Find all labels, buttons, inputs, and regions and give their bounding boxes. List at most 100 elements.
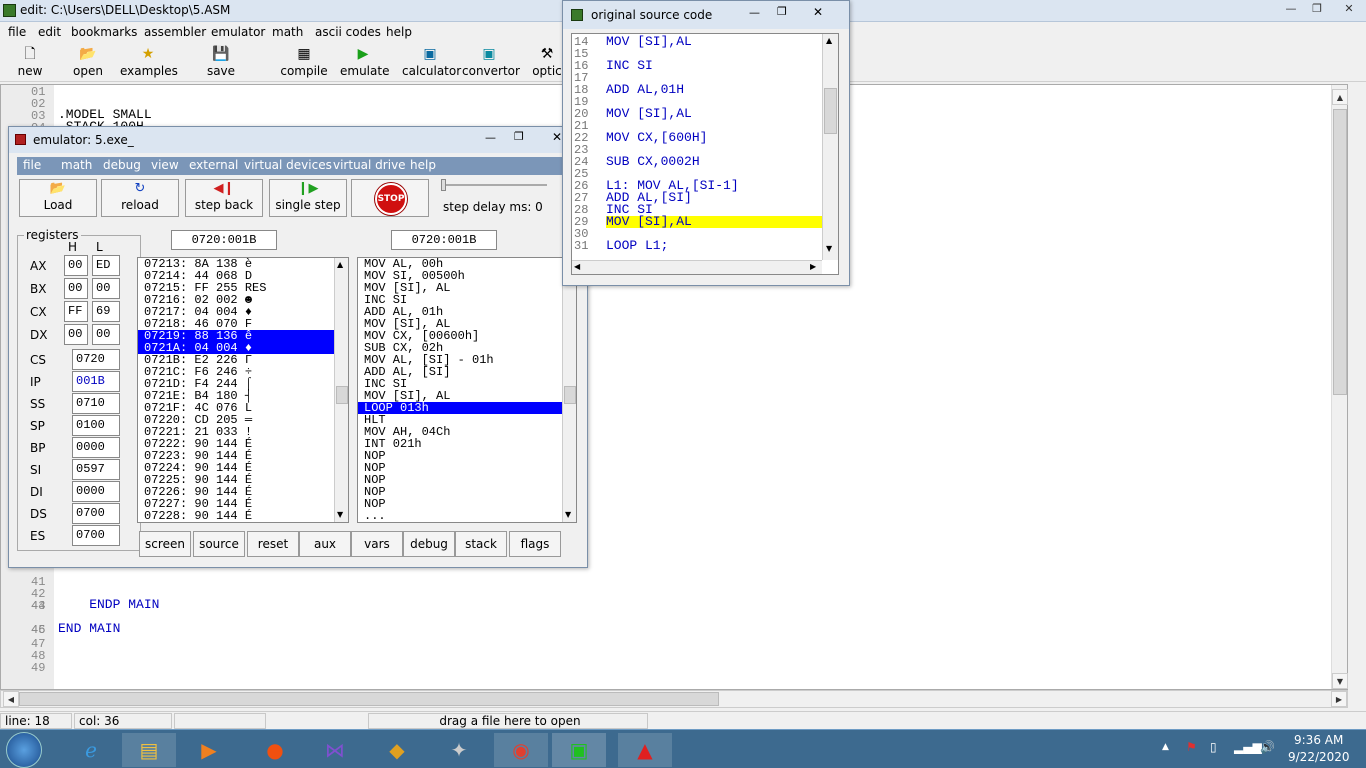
editor-vertical-scrollbar[interactable]: ▲ ▼: [1331, 85, 1348, 689]
disasm-row[interactable]: NOP: [358, 462, 562, 474]
disasm-row[interactable]: ...: [358, 510, 562, 522]
emulator-minimize-icon[interactable]: —: [485, 131, 496, 144]
emulator-maximize-icon[interactable]: ❐: [514, 130, 524, 143]
scroll-up-icon[interactable]: ▲: [1332, 89, 1348, 105]
scroll-up-icon[interactable]: ▲: [337, 260, 343, 269]
calculator-button[interactable]: ▣ calculator: [402, 44, 461, 78]
reg-dh-value[interactable]: 00: [64, 324, 88, 345]
examples-button[interactable]: ★ examples: [120, 44, 178, 78]
single-step-button[interactable]: ❙▶ single step: [269, 179, 347, 217]
open-button[interactable]: 📂 open: [70, 44, 106, 78]
disasm-row[interactable]: MOV AH, 04Ch: [358, 426, 562, 438]
minimize-icon[interactable]: —: [1278, 1, 1304, 17]
emu-menu-file[interactable]: file: [23, 158, 41, 172]
memory-row[interactable]: 07214: 44 068 D: [138, 270, 334, 282]
chrome-icon[interactable]: ◉: [494, 733, 548, 767]
hscroll-thumb[interactable]: [19, 692, 719, 706]
acrobat-reader-icon[interactable]: ▲: [618, 733, 672, 767]
clock-time[interactable]: 9:36 AM: [1294, 733, 1343, 747]
emulator-close-icon[interactable]: ✕: [552, 130, 562, 144]
memory-row[interactable]: 0721B: E2 226 Γ: [138, 354, 334, 366]
scroll-left-icon[interactable]: ◀: [3, 691, 19, 707]
source-close-icon[interactable]: ✕: [813, 5, 823, 19]
memory-row[interactable]: 07220: CD 205 ═: [138, 414, 334, 426]
scroll-right-icon[interactable]: ▶: [1331, 691, 1347, 707]
disasm-row[interactable]: INT 021h: [358, 438, 562, 450]
reg-dl-value[interactable]: 00: [92, 324, 120, 345]
memory-row[interactable]: 0721F: 4C 076 L: [138, 402, 334, 414]
device-icon[interactable]: ▯: [1210, 740, 1217, 754]
scroll-right-icon[interactable]: ▶: [810, 262, 816, 271]
memory-row[interactable]: 0721A: 04 004 ♦: [138, 342, 334, 354]
action-center-flag-icon[interactable]: ⚑: [1186, 740, 1197, 754]
source-minimize-icon[interactable]: —: [749, 6, 760, 19]
memory-address-input[interactable]: 0720:001B: [171, 230, 277, 250]
reg-di-value[interactable]: 0000: [72, 481, 120, 502]
reg-cl-value[interactable]: 69: [92, 301, 120, 322]
editor-horizontal-scrollbar[interactable]: ◀ ▶: [0, 690, 1348, 708]
emulate-button[interactable]: ▶ emulate: [340, 44, 389, 78]
reg-ah-value[interactable]: 00: [64, 255, 88, 276]
step-delay-slider-thumb[interactable]: [441, 179, 446, 191]
disasm-row[interactable]: MOV AL, [SI] - 01h: [358, 354, 562, 366]
disasm-row[interactable]: ADD AL, [SI]: [358, 366, 562, 378]
disasm-row[interactable]: INC SI: [358, 294, 562, 306]
scroll-down-icon[interactable]: ▼: [337, 510, 343, 519]
disasm-row[interactable]: MOV AL, 00h: [358, 258, 562, 270]
reg-ds-value[interactable]: 0700: [72, 503, 120, 524]
memory-row[interactable]: 07223: 90 144 É: [138, 450, 334, 462]
emulator-titlebar[interactable]: emulator: 5.exe_ — ❐ ✕: [9, 127, 587, 153]
source-button[interactable]: source: [193, 531, 245, 557]
reg-al-value[interactable]: ED: [92, 255, 120, 276]
reg-bh-value[interactable]: 00: [64, 278, 88, 299]
memory-row[interactable]: 07216: 02 002 ☻: [138, 294, 334, 306]
tray-expand-icon[interactable]: ▲: [1162, 742, 1169, 752]
clock-date[interactable]: 9/22/2020: [1288, 750, 1350, 764]
source-maximize-icon[interactable]: ❐: [777, 5, 787, 18]
app-icon-satellite[interactable]: ✦: [432, 733, 486, 767]
source-code-view[interactable]: LOOP L1; 31 30 MOV [SI],AL 29 INC SI 28 ADD AL,…: [571, 33, 839, 275]
emu-menu-math[interactable]: math: [61, 158, 92, 172]
emu-menu-virtual-drive[interactable]: virtual drive: [333, 158, 406, 172]
convertor-button[interactable]: ▣ convertor: [462, 44, 520, 78]
reg-ip-value[interactable]: 001B: [72, 371, 120, 392]
memory-row[interactable]: 0721C: F6 246 ÷: [138, 366, 334, 378]
scroll-thumb[interactable]: [1333, 109, 1347, 395]
disasm-row[interactable]: ADD AL, 01h: [358, 306, 562, 318]
screen-button[interactable]: screen: [139, 531, 191, 557]
debug-button[interactable]: debug: [403, 531, 455, 557]
emu-menu-debug[interactable]: debug: [103, 158, 141, 172]
disasm-row[interactable]: MOV [SI], AL: [358, 282, 562, 294]
menu-assembler[interactable]: assembler: [144, 25, 206, 39]
disasm-row[interactable]: INC SI: [358, 378, 562, 390]
aux-button[interactable]: aux: [299, 531, 351, 557]
step-delay-slider[interactable]: [441, 184, 547, 186]
disasm-row[interactable]: HLT: [358, 414, 562, 426]
reg-cs-value[interactable]: 0720: [72, 349, 120, 370]
reg-es-value[interactable]: 0700: [72, 525, 120, 546]
internet-explorer-icon[interactable]: ℯ: [64, 733, 118, 767]
firefox-icon[interactable]: ●: [248, 733, 302, 767]
scroll-up-icon[interactable]: ▲: [826, 36, 832, 45]
disasm-row[interactable]: MOV [SI], AL: [358, 318, 562, 330]
volume-icon[interactable]: 🔊: [1260, 740, 1275, 754]
compile-button[interactable]: ▦ compile: [280, 44, 328, 78]
memory-row[interactable]: 07217: 04 004 ♦: [138, 306, 334, 318]
reg-ch-value[interactable]: FF: [64, 301, 88, 322]
memory-row[interactable]: 07213: 8A 138 è: [138, 258, 334, 270]
menu-emulator[interactable]: emulator: [211, 25, 265, 39]
emu-menu-virtual-devices[interactable]: virtual devices: [244, 158, 332, 172]
memory-row[interactable]: 07215: FF 255 RES: [138, 282, 334, 294]
scroll-thumb[interactable]: [336, 386, 348, 404]
memory-list-scrollbar[interactable]: ▲ ▼: [334, 258, 348, 522]
new-button[interactable]: 🗋 new: [12, 44, 48, 78]
memory-row[interactable]: 07224: 90 144 É: [138, 462, 334, 474]
reg-sp-value[interactable]: 0100: [72, 415, 120, 436]
maximize-icon[interactable]: ❐: [1304, 1, 1330, 17]
disasm-row[interactable]: NOP: [358, 450, 562, 462]
emu8086-taskbar-icon[interactable]: ▣: [552, 733, 606, 767]
memory-row[interactable]: 0721E: B4 180 ┤: [138, 390, 334, 402]
memory-row[interactable]: 07218: 46 070 F: [138, 318, 334, 330]
disasm-row[interactable]: NOP: [358, 474, 562, 486]
flags-button[interactable]: flags: [509, 531, 561, 557]
